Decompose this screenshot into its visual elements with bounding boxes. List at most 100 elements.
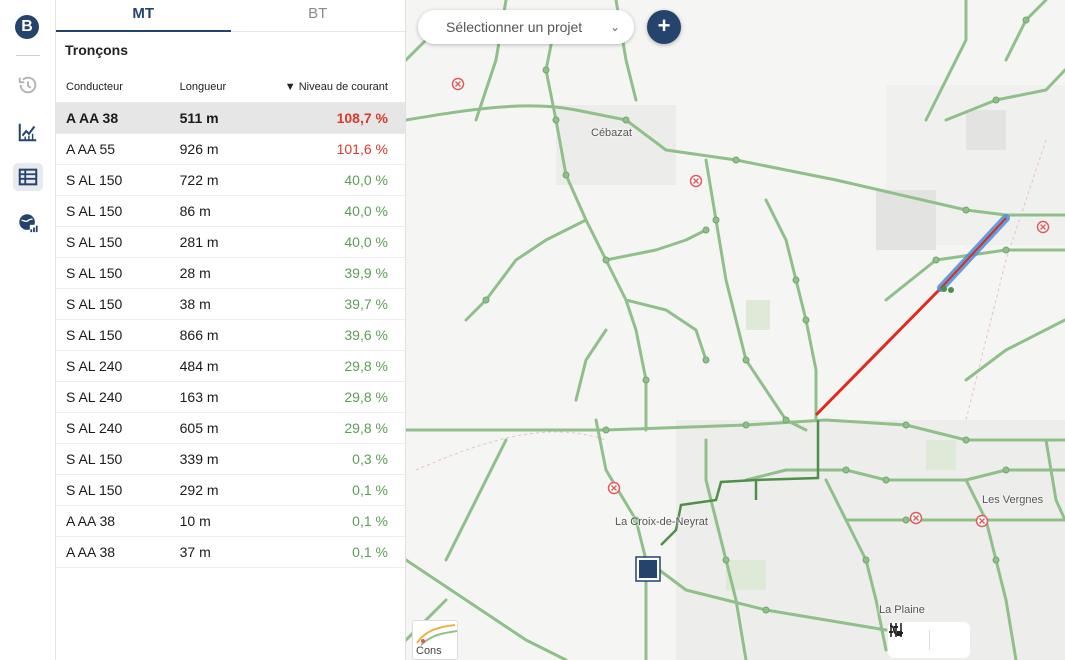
table-body: A AA 38 511 m 108,7 % A AA 55 926 m 101,6 % S … [56, 103, 405, 568]
globe-stats-icon [19, 214, 39, 234]
nav-rail: B [0, 0, 56, 660]
tab-bt[interactable]: BT [230, 0, 405, 32]
building-block [966, 110, 1006, 150]
table-row[interactable]: S AL 150 292 m 0,1 % [56, 475, 405, 506]
cell-current-level: 29,8 % [344, 358, 388, 374]
cell-length: 28 m [179, 265, 211, 281]
cell-current-level: 29,8 % [344, 420, 388, 436]
cell-length: 37 m [179, 544, 211, 560]
table-icon [18, 168, 38, 186]
cell-conductor: S AL 240 [66, 420, 123, 436]
charts-button[interactable] [13, 118, 43, 146]
layer-preview-icon [416, 624, 457, 646]
cell-current-level: 40,0 % [344, 234, 388, 250]
network-map[interactable]: Sélectionner un projet ⌄ + Cébazat La Cr… [406, 0, 1065, 660]
table-row[interactable]: S AL 150 86 m 40,0 % [56, 196, 405, 227]
table-row[interactable]: S AL 240 484 m 29,8 % [56, 351, 405, 382]
cell-current-level: 39,9 % [344, 265, 388, 281]
cell-conductor: A AA 38 [66, 110, 119, 126]
cell-conductor: A AA 38 [66, 544, 116, 560]
cell-current-level: 39,6 % [344, 327, 388, 343]
cell-length: 926 m [179, 141, 219, 157]
add-project-button[interactable]: + [647, 10, 681, 44]
table-row[interactable]: S AL 240 163 m 29,8 % [56, 382, 405, 413]
header-current-level[interactable]: ▼ Niveau de courant [273, 81, 405, 93]
cell-length: 866 m [179, 327, 219, 343]
section-node[interactable] [948, 287, 954, 293]
globe-stats-button[interactable] [13, 209, 43, 237]
cell-current-level: 0,1 % [352, 544, 388, 560]
table-row[interactable]: A AA 38 511 m 108,7 % [56, 103, 405, 134]
cell-conductor: S AL 150 [66, 327, 123, 343]
table-row[interactable]: A AA 38 10 m 0,1 % [56, 506, 405, 537]
tab-mt[interactable]: MT [56, 0, 231, 32]
chart-line-icon [18, 123, 37, 142]
table-header: Conducteur Longueur ▼ Niveau de courant [56, 72, 405, 103]
cell-current-level: 39,7 % [344, 296, 388, 312]
cell-current-level: 0,1 % [352, 482, 388, 498]
cell-length: 511 m [179, 110, 219, 126]
park-area [746, 300, 770, 330]
source-substation[interactable] [635, 556, 661, 582]
cell-conductor: S AL 150 [66, 296, 123, 312]
toolbar-divider [928, 630, 930, 650]
table-row[interactable]: A AA 38 37 m 0,1 % [56, 537, 405, 568]
chevron-down-icon: ⌄ [609, 20, 620, 34]
rail-divider [16, 55, 40, 56]
cell-length: 86 m [179, 203, 211, 219]
cell-conductor: A AA 38 [66, 513, 116, 529]
cell-conductor: A AA 55 [66, 141, 116, 157]
sliders-icon [889, 623, 903, 637]
app-logo[interactable]: B [15, 15, 39, 39]
table-row[interactable]: S AL 150 38 m 39,7 % [56, 289, 405, 320]
place-label-les-vergnes: Les Vergnes [982, 494, 1044, 506]
cell-current-level: 29,8 % [344, 389, 388, 405]
cell-length: 10 m [179, 513, 211, 529]
cell-length: 722 m [179, 172, 219, 188]
cell-current-level: 40,0 % [344, 203, 388, 219]
header-length[interactable]: Longueur [180, 81, 274, 93]
project-select[interactable]: Sélectionner un projet ⌄ [418, 10, 634, 44]
header-conductor[interactable]: Conducteur [56, 81, 180, 93]
cell-current-level: 101,6 % [336, 141, 388, 157]
place-label-cebazat: Cébazat [591, 127, 632, 139]
table-row[interactable]: S AL 150 281 m 40,0 % [56, 227, 405, 258]
table-row[interactable]: S AL 150 28 m 39,9 % [56, 258, 405, 289]
cell-length: 605 m [179, 420, 219, 436]
map-toolbar [888, 622, 970, 658]
section-node[interactable] [941, 286, 947, 292]
map-canvas[interactable] [406, 0, 1065, 660]
cell-conductor: S AL 150 [66, 265, 123, 281]
cell-conductor: S AL 150 [66, 451, 123, 467]
cell-current-level: 108,7 % [336, 110, 388, 126]
cell-conductor: S AL 240 [66, 389, 123, 405]
cell-conductor: S AL 150 [66, 234, 123, 250]
cell-conductor: S AL 150 [66, 203, 123, 219]
urban-area [676, 420, 1065, 660]
place-label-croix-de-neyrat: La Croix-de-Neyrat [615, 516, 708, 528]
cell-length: 292 m [179, 482, 219, 498]
cell-length: 484 m [179, 358, 219, 374]
project-select-placeholder: Sélectionner un projet [446, 19, 583, 35]
cell-conductor: S AL 240 [66, 358, 123, 374]
table-row[interactable]: S AL 240 605 m 29,8 % [56, 413, 405, 444]
table-row[interactable]: A AA 55 926 m 101,6 % [56, 134, 405, 165]
history-button[interactable] [13, 71, 43, 99]
cell-current-level: 0,3 % [352, 451, 388, 467]
table-row[interactable]: S AL 150 339 m 0,3 % [56, 444, 405, 475]
place-label-la-plaine: La Plaine [879, 604, 925, 616]
cell-conductor: S AL 150 [66, 172, 123, 188]
cell-length: 281 m [179, 234, 219, 250]
cell-conductor: S AL 150 [66, 482, 123, 498]
section-title: Tronçons [65, 42, 129, 58]
layer-thumbnail[interactable]: Cons [412, 620, 458, 660]
table-row[interactable]: S AL 150 722 m 40,0 % [56, 165, 405, 196]
cell-current-level: 40,0 % [344, 172, 388, 188]
layer-thumbnail-label: Cons [416, 645, 442, 657]
cell-length: 38 m [179, 296, 211, 312]
park-area [926, 440, 956, 470]
sections-panel: MT BT Tronçons Conducteur Longueur ▼ Niv… [56, 0, 406, 660]
table-button[interactable] [13, 163, 43, 191]
history-icon [18, 76, 37, 94]
table-row[interactable]: S AL 150 866 m 39,6 % [56, 320, 405, 351]
